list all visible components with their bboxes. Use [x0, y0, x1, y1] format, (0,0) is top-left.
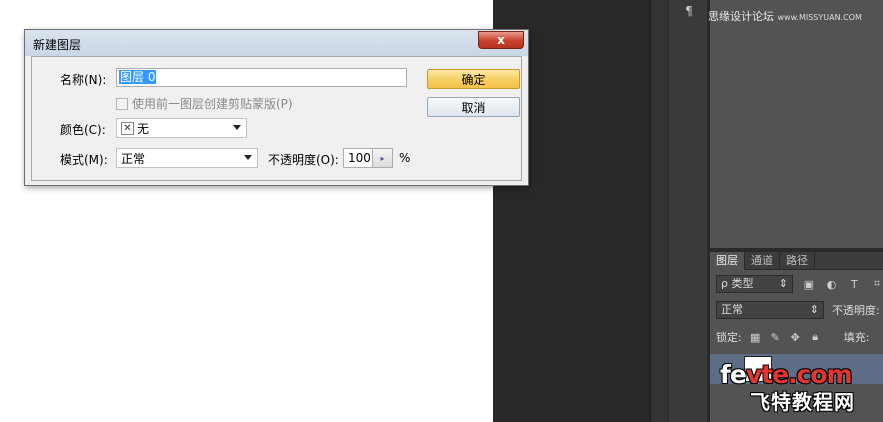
panel-collapse-strip [650, 0, 668, 422]
paragraph-panel-button[interactable]: ¶ [674, 2, 704, 20]
dialog-title: 新建图层 [33, 38, 82, 52]
new-layer-dialog: 新建图层 x 名称(N): 图层 0 使用前一图层创建剪贴蒙版(P) 颜色(C)… [24, 29, 529, 186]
close-button[interactable]: x [478, 31, 524, 49]
watermark-text: 思缘设计论坛 [708, 10, 774, 23]
chevron-down-icon [233, 125, 241, 130]
watermark-url: www.MISSYUAN.COM [777, 13, 862, 22]
brand-logo: fevte.com [720, 360, 880, 389]
layer-filter-select[interactable]: ρ 类型 ⇕ [716, 275, 793, 293]
no-color-icon: ✕ [121, 121, 134, 135]
lock-all-icon[interactable]: 🔒︎ [809, 330, 822, 344]
brand-logo-part1: fe [720, 360, 747, 389]
updown-icon: ⇕ [778, 277, 788, 290]
layer-filter-label: ρ 类型 [721, 277, 754, 290]
adjustment-filter-icon[interactable]: ◐ [825, 277, 839, 291]
layer-filter-row: ρ 类型 ⇕ ▣ ◐ T ⌗ [716, 274, 883, 294]
upper-panel [709, 0, 883, 248]
fill-label: 填充: [843, 331, 870, 344]
clip-mask-option[interactable]: 使用前一图层创建剪贴蒙版(P) [116, 95, 293, 112]
brand-logo-part2: vte.com [745, 360, 853, 389]
cancel-button[interactable]: 取消 [427, 97, 520, 117]
name-label: 名称(N): [60, 73, 107, 87]
mode-label: 模式(M): [60, 153, 108, 167]
watermark-top: 思缘设计论坛 www.MISSYUAN.COM [708, 8, 862, 24]
clip-mask-checkbox[interactable] [116, 97, 128, 110]
blend-row: 正常 ⇕ 不透明度: [716, 300, 883, 320]
chevron-down-icon [244, 155, 252, 160]
lock-label: 锁定: [716, 331, 742, 344]
shape-filter-icon[interactable]: ⌗ [870, 277, 883, 291]
opacity-input[interactable]: 100 [343, 148, 373, 168]
tab-paths[interactable]: 路径 [780, 252, 815, 270]
color-value: 无 [137, 121, 150, 136]
lock-row: 锁定: ▦ ✎ ✥ 🔒︎ 填充: [716, 328, 883, 346]
ok-button[interactable]: 确定 [427, 69, 520, 89]
chevron-right-icon: ▸ [380, 153, 385, 163]
panel-icon-column [668, 0, 708, 422]
layer-name-value: 图层 0 [119, 70, 157, 84]
layers-panel-tabs: 图层 通道 路径 [710, 252, 883, 270]
updown-icon: ⇕ [809, 303, 819, 316]
blend-mode-value: 正常 [721, 303, 743, 316]
opacity-slider-button[interactable]: ▸ [373, 148, 393, 168]
close-icon: x [497, 33, 505, 47]
paragraph-icon: ¶ [685, 4, 693, 18]
color-select[interactable]: ✕ 无 [116, 118, 247, 138]
color-label: 颜色(C): [60, 123, 106, 137]
clip-mask-label: 使用前一图层创建剪贴蒙版(P) [132, 97, 293, 111]
type-filter-icon[interactable]: T [847, 277, 861, 291]
image-filter-icon[interactable]: ▣ [802, 277, 816, 291]
dialog-titlebar[interactable]: 新建图层 x [25, 30, 528, 56]
mode-select[interactable]: 正常 [116, 148, 258, 168]
lock-brush-icon[interactable]: ✎ [769, 331, 782, 344]
opacity-label: 不透明度(O): [268, 153, 339, 167]
lock-transparency-icon[interactable]: ▦ [749, 331, 762, 344]
brand-watermark: fevte.com 飞特教程网 [720, 360, 880, 416]
lock-move-icon[interactable]: ✥ [789, 331, 802, 344]
dialog-body: 名称(N): 图层 0 使用前一图层创建剪贴蒙版(P) 颜色(C): ✕ 无 模… [31, 56, 522, 181]
brand-logo-cn: 飞特教程网 [750, 390, 855, 414]
layer-name-input[interactable]: 图层 0 [116, 68, 407, 87]
opacity-value: 100 [348, 151, 371, 165]
panel-opacity-label: 不透明度: [832, 304, 880, 317]
tab-layers[interactable]: 图层 [710, 252, 745, 270]
mode-value: 正常 [121, 151, 146, 166]
opacity-unit: % [399, 151, 411, 165]
blend-mode-select[interactable]: 正常 ⇕ [716, 301, 824, 319]
tab-channels[interactable]: 通道 [745, 252, 780, 270]
